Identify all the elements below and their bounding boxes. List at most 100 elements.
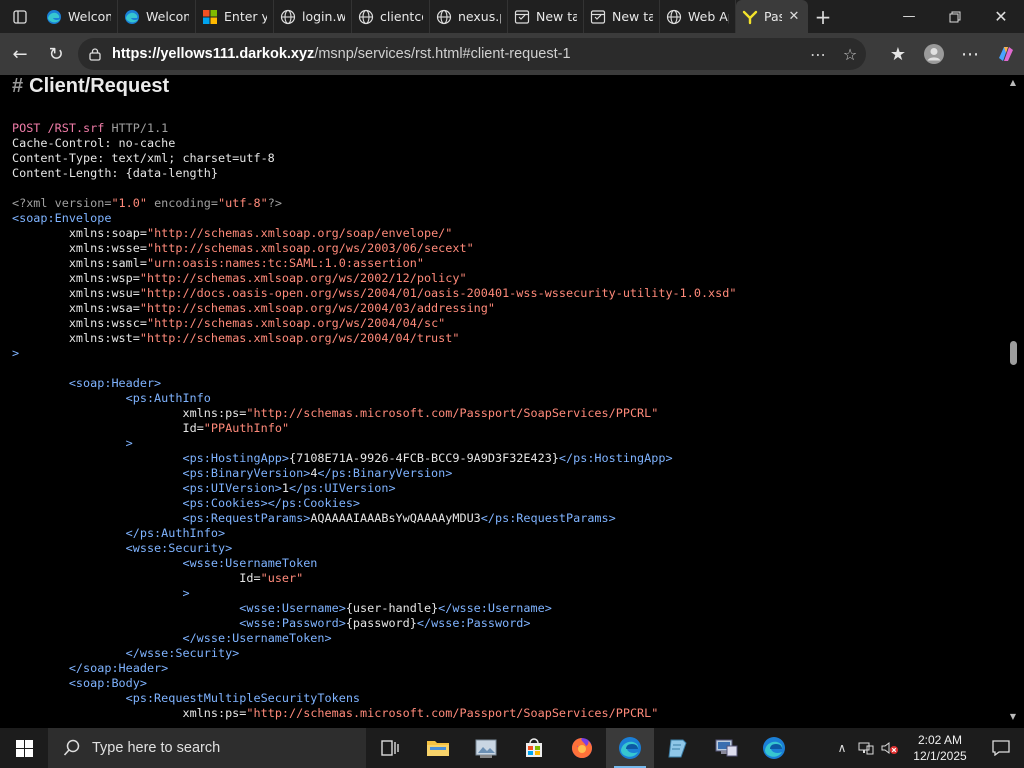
code-line: <ps:RequestParams>AQAAAAIAAABsYwQAAAAyMD… [182,511,616,525]
more-circle-icon: ⋯ [810,44,826,64]
heading-anchor[interactable]: # [12,75,23,97]
close-tab-icon[interactable]: ✕ [786,9,802,25]
code-line: Cache-Control: no-cache [12,136,736,151]
tab[interactable]: login.wi [274,0,352,33]
code-line: Id="RSTS" [12,721,736,723]
taskbar-clock[interactable]: 2:02 AM 12/1/2025 [902,732,978,764]
task-view-button[interactable] [366,728,414,768]
code-line: <soap:Envelope [12,211,112,225]
minimize-button[interactable]: — [886,0,932,33]
tab-actions-button[interactable] [0,0,40,33]
newtab-icon [590,9,606,25]
plus-icon: + [814,4,832,29]
taskbar-file-explorer[interactable] [414,728,462,768]
new-tab-button[interactable]: + [808,0,838,33]
clock-date: 12/1/2025 [913,749,967,763]
namespace-name: xmlns:ps [182,406,240,420]
tab-title: Pas [764,9,782,24]
scroll-down-arrow-icon[interactable]: ▼ [1006,709,1020,723]
volume-button[interactable] [878,728,902,768]
attr-value: http://docs.oasis-open.org/wss/2004/01/o… [146,286,730,300]
code-line: <wsse:Username>{user-handle}</wsse:Usern… [239,601,552,615]
edge-icon [619,737,641,759]
tab[interactable]: Welcom [118,0,196,33]
attr-value: http://schemas.xmlsoap.org/ws/2004/04/tr… [146,331,453,345]
code-line: <?xml version="1.0" encoding="utf-8"?> [12,196,282,210]
tab-actions-icon [13,9,27,24]
taskbar: Type here to search ∧ 2:02 AM 12/1/2025 [0,728,1024,768]
taskbar-edge-second[interactable] [750,728,798,768]
taskbar-notepad-app[interactable] [654,728,702,768]
windows-logo-icon [15,739,33,757]
back-button[interactable]: ← [2,36,38,72]
heading-text: Client/Request [29,75,170,97]
minimize-icon: — [902,9,916,24]
network-icon [858,742,874,755]
notification-icon [992,740,1010,756]
profile-button[interactable] [916,36,952,72]
tab-title: nexus.p [458,9,501,24]
code-line: xmlns:wsu="http://docs.oasis-open.org/ws… [68,286,737,300]
chevron-up-icon: ∧ [837,741,847,755]
maximize-button[interactable] [932,0,978,33]
copilot-button[interactable] [988,36,1024,72]
taskbar-app-photos[interactable] [462,728,510,768]
favorite-button[interactable]: ☆ [834,38,866,70]
code-line: <ps:AuthInfo [125,391,211,405]
close-window-button[interactable]: ✕ [978,0,1024,33]
code-line: xmlns:soap="http://schemas.xmlsoap.org/s… [68,226,453,240]
show-hidden-icons-button[interactable]: ∧ [830,728,854,768]
scroll-thumb[interactable] [1010,341,1017,365]
copilot-icon [999,47,1013,61]
taskbar-network-tool[interactable] [702,728,750,768]
tab-title: Web Ap [688,9,729,24]
taskbar-ms-store[interactable] [510,728,558,768]
search-icon [58,739,86,757]
tab[interactable]: Web Ap [660,0,736,33]
code-line: xmlns:wsse="http://schemas.xmlsoap.org/w… [68,241,474,255]
refresh-button[interactable]: ↻ [38,36,74,72]
code-line: <wsse:Password>{password}</wsse:Password… [239,616,531,630]
search-placeholder: Type here to search [92,740,221,756]
favorites-star-icon: ★ [889,43,907,65]
restore-icon [949,11,961,22]
tab[interactable]: Welcom [40,0,118,33]
site-info-button[interactable] [78,47,112,61]
code-line: </wsse:Security> [125,646,240,660]
scroll-up-arrow-icon[interactable]: ▲ [1006,75,1020,89]
network-button[interactable] [854,728,878,768]
element-text: AQAAAAIAAABsYwQAAAAyMDU3 [310,511,481,525]
code-line: <soap:Body> [68,676,147,690]
page-heading: # Client/Request [12,75,169,98]
start-button[interactable] [0,728,48,768]
tab[interactable]: clientco [352,0,430,33]
page-scrollbar[interactable]: ▲ ▼ [1006,75,1020,723]
tab[interactable]: New tal [584,0,660,33]
notification-center-button[interactable] [978,728,1024,768]
namespace-name: xmlns:wsa [68,301,133,315]
url-text[interactable]: https://yellows111.darkok.xyz/msnp/servi… [112,46,802,62]
address-bar[interactable]: https://yellows111.darkok.xyz/msnp/servi… [78,38,866,70]
http-method: POST [12,121,41,135]
settings-menu-button[interactable]: ⋯ [952,36,988,72]
avatar-icon [924,44,944,64]
code-line: xmlns:wssc="http://schemas.xmlsoap.org/w… [68,316,446,330]
picture-viewer-icon [475,739,497,758]
yellow-y-icon [742,9,758,25]
taskbar-edge[interactable] [606,728,654,768]
tab[interactable]: Enter yo [196,0,274,33]
code-line: xmlns:ps="http://schemas.microsoft.com/P… [182,706,659,720]
tab-active[interactable]: Pas ✕ [736,0,808,33]
favorites-button[interactable]: ★ [880,36,916,72]
tab[interactable]: nexus.p [430,0,508,33]
code-line: <ps:UIVersion>1</ps:UIVersion> [182,481,396,495]
reading-mode-button[interactable]: ⋯ [802,38,834,70]
taskbar-firefox[interactable] [558,728,606,768]
taskbar-search-box[interactable]: Type here to search [48,728,366,768]
code-line: xmlns:wst="http://schemas.xmlsoap.org/ws… [68,331,460,345]
store-icon [526,738,542,757]
tab[interactable]: New tal [508,0,584,33]
code-line: xmlns:wsa="http://schemas.xmlsoap.org/ws… [68,301,495,315]
page-viewport[interactable]: # Client/Request POST /RST.srf HTTP/1.1 Ca… [4,75,1005,723]
code-line: <ps:BinaryVersion>4</ps:BinaryVersion> [182,466,453,480]
